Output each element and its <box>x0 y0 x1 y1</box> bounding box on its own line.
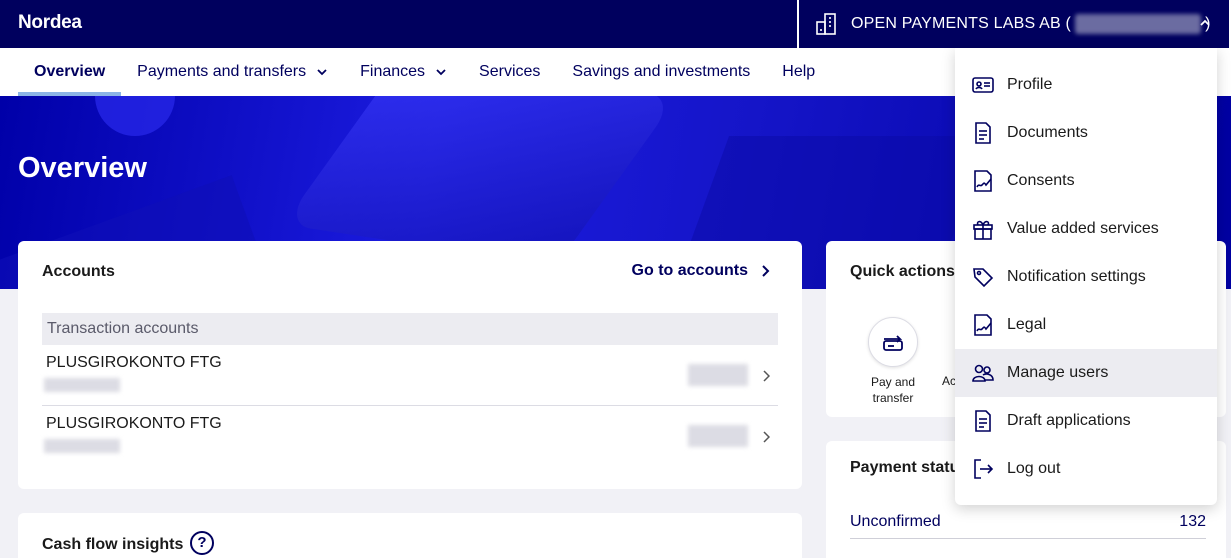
document-icon <box>975 122 991 144</box>
nav-help[interactable]: Help <box>766 48 831 96</box>
gift-icon <box>973 220 993 240</box>
account-row[interactable]: PLUSGIROKONTO FTG <box>42 345 778 406</box>
page-title: Overview <box>18 152 147 184</box>
menu-item-draft-applications[interactable]: Draft applications <box>955 397 1217 445</box>
accounts-card: Accounts Go to accounts Transaction acco… <box>18 241 802 489</box>
nav-services[interactable]: Services <box>463 48 556 96</box>
account-balance-redacted <box>688 425 748 447</box>
menu-item-legal[interactable]: Legal <box>955 301 1217 349</box>
signature-icon <box>974 314 992 336</box>
company-id-redacted <box>1075 14 1202 34</box>
menu-item-consents[interactable]: Consents <box>955 157 1217 205</box>
menu-item-manage-users[interactable]: Manage users <box>955 349 1217 397</box>
help-icon[interactable]: ? <box>190 531 214 555</box>
menu-item-notification-settings[interactable]: Notification settings <box>955 253 1217 301</box>
transaction-accounts-header: Transaction accounts <box>42 313 778 345</box>
chevron-up-icon <box>1200 19 1210 26</box>
menu-item-documents[interactable]: Documents <box>955 109 1217 157</box>
menu-item-log-out[interactable]: Log out <box>955 445 1217 493</box>
company-selector[interactable]: OPEN PAYMENTS LABS AB () <box>797 0 1231 48</box>
payment-status-label: Unconfirmed <box>850 513 941 530</box>
go-to-accounts-link[interactable]: Go to accounts <box>632 262 770 280</box>
chevron-down-icon <box>317 69 327 76</box>
account-balance-redacted <box>688 364 748 386</box>
chevron-down-icon <box>436 69 446 76</box>
menu-item-profile[interactable]: Profile <box>955 61 1217 109</box>
building-icon <box>816 13 836 35</box>
users-icon <box>972 364 994 382</box>
accounts-title: Accounts <box>42 263 115 280</box>
chevron-right-icon <box>762 265 770 277</box>
nordea-logo[interactable]: Nordea <box>18 12 82 34</box>
nav-savings-and-investments[interactable]: Savings and investments <box>556 48 766 96</box>
pay-and-transfer-label: Pay and transfer <box>870 375 916 405</box>
chevron-right-icon <box>763 431 770 443</box>
hero-decoration <box>95 96 175 136</box>
quick-action-label: Ac <box>942 374 957 388</box>
account-row[interactable]: PLUSGIROKONTO FTG <box>42 406 778 467</box>
id-card-icon <box>972 77 994 93</box>
nav-overview[interactable]: Overview <box>18 48 122 96</box>
company-dropdown-menu: Profile Documents Consents Value added s… <box>955 48 1217 505</box>
company-name: OPEN PAYMENTS LABS AB ( <box>851 15 1072 33</box>
cash-flow-card: Cash flow insights ? <box>18 513 802 558</box>
menu-item-value-added-services[interactable]: Value added services <box>955 205 1217 253</box>
chevron-right-icon <box>763 370 770 382</box>
document-icon <box>975 410 991 432</box>
tag-icon <box>973 268 994 288</box>
cash-flow-title: Cash flow insights <box>42 536 184 553</box>
account-number-redacted <box>44 378 120 392</box>
nav-finances[interactable]: Finances <box>344 48 463 96</box>
nav-payments-and-transfers[interactable]: Payments and transfers <box>121 48 344 96</box>
payment-status-title: Payment statu <box>850 459 960 476</box>
payment-status-row-unconfirmed[interactable]: Unconfirmed 132 <box>850 511 1206 539</box>
quick-actions-title: Quick actions <box>850 263 955 280</box>
pay-and-transfer-button[interactable] <box>868 317 918 367</box>
account-name: PLUSGIROKONTO FTG <box>46 415 222 432</box>
logout-icon <box>974 459 994 479</box>
pay-transfer-icon <box>883 335 903 351</box>
signature-icon <box>974 170 992 192</box>
payment-status-count: 132 <box>1179 513 1206 530</box>
account-name: PLUSGIROKONTO FTG <box>46 354 222 371</box>
account-number-redacted <box>44 439 120 453</box>
